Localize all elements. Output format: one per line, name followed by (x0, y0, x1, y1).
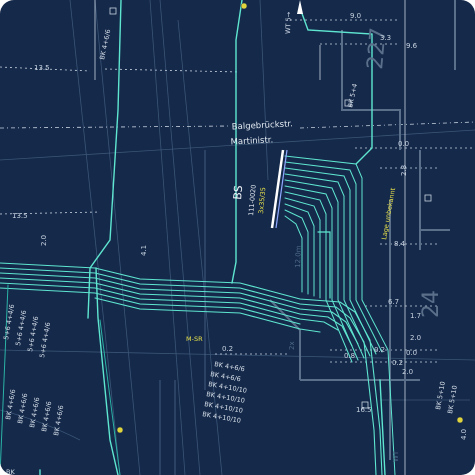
network-plan-canvas: Balgebrückstr. Martinistr. BS 111-0020 3… (0, 0, 475, 475)
distribution-cable: 3x35/35 (257, 187, 267, 214)
cable-label: 5+6 4+4/6 (26, 316, 40, 353)
street-name-upper: Balgebrückstr. (232, 119, 294, 132)
north-arrow-icon (297, 0, 303, 14)
cable-label: BK 4+6/6 (52, 405, 65, 437)
plan-viewport[interactable]: Balgebrückstr. Martinistr. BS 111-0020 3… (0, 0, 475, 475)
dim-value: 6.7 (388, 298, 399, 306)
dim-value: 0.8 (344, 352, 355, 360)
wt-small-label: WT (392, 450, 400, 462)
dim-value: 2.0 (410, 334, 421, 342)
cable-label-column-b: BK 4+6/6 BK 4+6/6 BK 4+6/6 BK 4+6/6 BK 4… (4, 389, 65, 437)
background-linework (0, 0, 475, 475)
plot-number-24: 24 (419, 290, 444, 318)
dimension-lines (0, 0, 475, 475)
dim-value: 0.0 (406, 349, 417, 357)
cable-label-top-right: BK 5+4 (346, 83, 359, 109)
cable-label-stack: BK 4+6/6 BK 4+6/6 BK 4+10/10 BK 4+10/10 … (202, 360, 248, 425)
dim-value: 16.5 (356, 406, 372, 414)
dim-value: 13.5 (12, 212, 28, 220)
cable-label: BK 4+6/6 (4, 389, 17, 421)
cable-label: BK 4+6/6 (16, 393, 29, 425)
cable-label: BK 4+6/6 (28, 397, 41, 429)
cable-label-column-right: BK 5+10 BK 5+10 (434, 381, 459, 415)
dim-value: 4.1 (140, 245, 148, 256)
distribution-code: BS (231, 185, 245, 200)
wt-label: WT 5→ (284, 11, 293, 34)
dim-value: 0.2 (392, 359, 403, 367)
cable-label: 5+6 4+4/6 (38, 322, 52, 359)
dim-value: 4.0 (460, 429, 468, 440)
dim-value: 1.7 (410, 312, 421, 320)
cable-bundle (0, 0, 396, 475)
dim-value: 2.0 (402, 368, 413, 376)
cable-label: BK 4+6/6 (40, 401, 53, 433)
dim-value: 9.0 (350, 12, 361, 20)
cable-label-top-left: BK 4+6/6 (98, 29, 112, 61)
dim-value: 0.2 (222, 345, 233, 353)
dim-value: 2.8 (400, 165, 408, 176)
plot-number-2x: 2x (288, 341, 296, 350)
cable-label-bottom-left: BK (6, 468, 15, 475)
dim-value: 0.0 (398, 140, 409, 148)
dim-value: 9.6 (406, 42, 418, 50)
cable-label: BK 5+10 (446, 385, 459, 415)
dim-value: 13.5 (34, 64, 50, 72)
dim-value: 2.0 (40, 235, 48, 246)
distribution-id: 111-0020 (247, 184, 258, 216)
cable-label: 5+6 4+4/6 (2, 304, 16, 341)
cable-label: 5+6 4+4/6 (14, 310, 28, 347)
cable-label: BK 5+10 (434, 381, 447, 411)
dim-value: 8.4 (394, 240, 406, 248)
dim-value: 3.3 (380, 34, 391, 42)
dim-value: 0.2 (374, 346, 385, 354)
cable-length-label: 12.0m (294, 245, 303, 268)
location-unknown-label: Lage unbekannt (380, 187, 397, 241)
msr-label: M-SR (186, 335, 203, 343)
street-name-lower: Martinistr. (230, 135, 273, 147)
